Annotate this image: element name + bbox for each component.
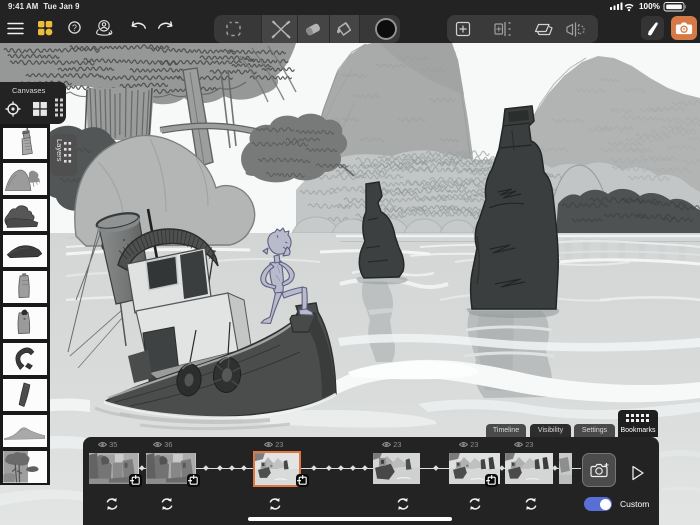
svg-text:?: ? [72,23,77,33]
